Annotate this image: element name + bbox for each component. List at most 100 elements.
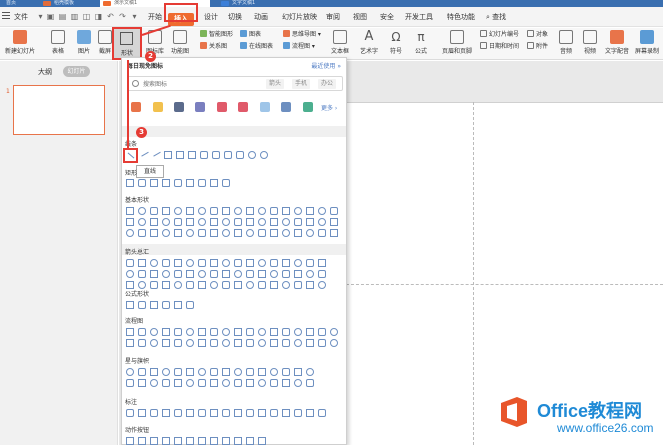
arrow-shape[interactable]: [210, 259, 218, 267]
menu-review[interactable]: 审阅: [326, 11, 340, 23]
basic-shape[interactable]: [330, 229, 338, 237]
basic-shape[interactable]: [282, 218, 290, 226]
arrow-shape[interactable]: [318, 281, 326, 289]
flow-shape[interactable]: [126, 328, 134, 336]
flow-shape[interactable]: [162, 328, 170, 336]
arrow-shape[interactable]: [294, 259, 302, 267]
star-shape[interactable]: [270, 379, 278, 387]
basic-shape[interactable]: [330, 207, 338, 215]
arrow-shape[interactable]: [174, 281, 182, 289]
document-icon[interactable]: [260, 102, 270, 112]
star-shape[interactable]: [294, 368, 302, 376]
flow-shape[interactable]: [234, 328, 242, 336]
star-shape[interactable]: [282, 379, 290, 387]
preview-icon[interactable]: ◫: [82, 12, 91, 21]
audio-button[interactable]: 音频: [556, 30, 576, 55]
action-shape[interactable]: [210, 437, 218, 445]
plaque-shape[interactable]: [210, 179, 218, 187]
star-shape[interactable]: [126, 368, 134, 376]
menu-developer[interactable]: 开发工具: [405, 11, 433, 23]
flow-shape[interactable]: [174, 328, 182, 336]
flow-shape[interactable]: [330, 328, 338, 336]
formula-shape[interactable]: [150, 301, 158, 309]
line-shape-highlight[interactable]: [123, 148, 138, 163]
flow-shape[interactable]: [282, 339, 290, 347]
arrow-shape[interactable]: [174, 259, 182, 267]
arrow-shape[interactable]: [294, 270, 302, 278]
lightbulb-icon[interactable]: [153, 102, 163, 112]
flow-shape[interactable]: [258, 328, 266, 336]
star-shape[interactable]: [210, 368, 218, 376]
arrow-shape[interactable]: [306, 281, 314, 289]
arrow-shape[interactable]: [234, 270, 242, 278]
callout-shape[interactable]: [150, 409, 158, 417]
relation-chart-button[interactable]: 关系图: [200, 42, 227, 51]
customize-icon[interactable]: ▾: [130, 12, 139, 21]
callout-shape[interactable]: [306, 409, 314, 417]
rectangle-shape[interactable]: [126, 179, 134, 187]
table-button[interactable]: 表格: [46, 30, 70, 55]
symbol-button[interactable]: Ω 符号: [386, 30, 406, 55]
callout-shape[interactable]: [270, 409, 278, 417]
basic-shape[interactable]: [150, 229, 158, 237]
basic-shape[interactable]: [174, 218, 182, 226]
star-shape[interactable]: [126, 379, 134, 387]
search-tag-office[interactable]: 办公: [318, 79, 337, 89]
star-shape[interactable]: [198, 368, 206, 376]
basic-shape[interactable]: [222, 207, 230, 215]
flow-shape[interactable]: [138, 339, 146, 347]
basic-shape[interactable]: [258, 229, 266, 237]
basic-shape[interactable]: [186, 207, 194, 215]
basic-shape[interactable]: [234, 229, 242, 237]
menu-design[interactable]: 设计: [204, 11, 218, 23]
basic-shape[interactable]: [186, 218, 194, 226]
basic-shape[interactable]: [210, 218, 218, 226]
gift-icon[interactable]: [238, 102, 248, 112]
basic-shape[interactable]: [306, 207, 314, 215]
search-menu[interactable]: ⌕ 查找: [486, 11, 506, 23]
screen-record-button[interactable]: 屏幕录制: [633, 30, 661, 55]
flow-shape[interactable]: [210, 328, 218, 336]
flow-shape[interactable]: [126, 339, 134, 347]
video-button[interactable]: 视频: [580, 30, 600, 55]
tab-outline[interactable]: 大纲: [38, 67, 52, 77]
arrow-shape[interactable]: [198, 259, 206, 267]
tab-slides[interactable]: 幻灯片: [63, 66, 90, 77]
new-slide-button[interactable]: 新建幻灯片: [2, 30, 38, 55]
more-icons-link[interactable]: 更多 ›: [321, 103, 337, 112]
attachment-button[interactable]: 附件: [527, 42, 548, 51]
menu-transition[interactable]: 切换: [228, 11, 242, 23]
arrow-shape[interactable]: [138, 259, 146, 267]
scribble-shape[interactable]: [260, 151, 268, 159]
elbow-connector-shape[interactable]: [164, 151, 172, 159]
formula-shape[interactable]: [174, 301, 182, 309]
basic-shape[interactable]: [258, 207, 266, 215]
star-shape[interactable]: [294, 379, 302, 387]
star-shape[interactable]: [282, 368, 290, 376]
callout-shape[interactable]: [234, 409, 242, 417]
arrow-shape[interactable]: [198, 270, 206, 278]
flow-shape[interactable]: [306, 328, 314, 336]
format-painter-icon[interactable]: ◨: [94, 12, 103, 21]
arrow-shape[interactable]: [174, 270, 182, 278]
callout-shape[interactable]: [174, 409, 182, 417]
star-shape[interactable]: [198, 379, 206, 387]
menu-icon[interactable]: [2, 12, 10, 20]
flow-shape[interactable]: [186, 339, 194, 347]
picture-button[interactable]: 图片: [72, 30, 96, 55]
basic-shape[interactable]: [138, 229, 146, 237]
arrow-shape[interactable]: [234, 259, 242, 267]
action-shape[interactable]: [258, 437, 266, 445]
basic-shape[interactable]: [222, 218, 230, 226]
online-chart-button[interactable]: 在线图表: [240, 42, 273, 51]
arrow-shape[interactable]: [246, 270, 254, 278]
arrow-shape[interactable]: [186, 270, 194, 278]
arrow-shape[interactable]: [222, 281, 230, 289]
flow-shape[interactable]: [294, 328, 302, 336]
flow-shape[interactable]: [246, 339, 254, 347]
arrow-shape[interactable]: [258, 270, 266, 278]
formula-shape[interactable]: [126, 301, 134, 309]
slide-thumbnail[interactable]: [13, 85, 105, 135]
rounded-rectangle-shape[interactable]: [138, 179, 146, 187]
arrow-shape[interactable]: [138, 281, 146, 289]
